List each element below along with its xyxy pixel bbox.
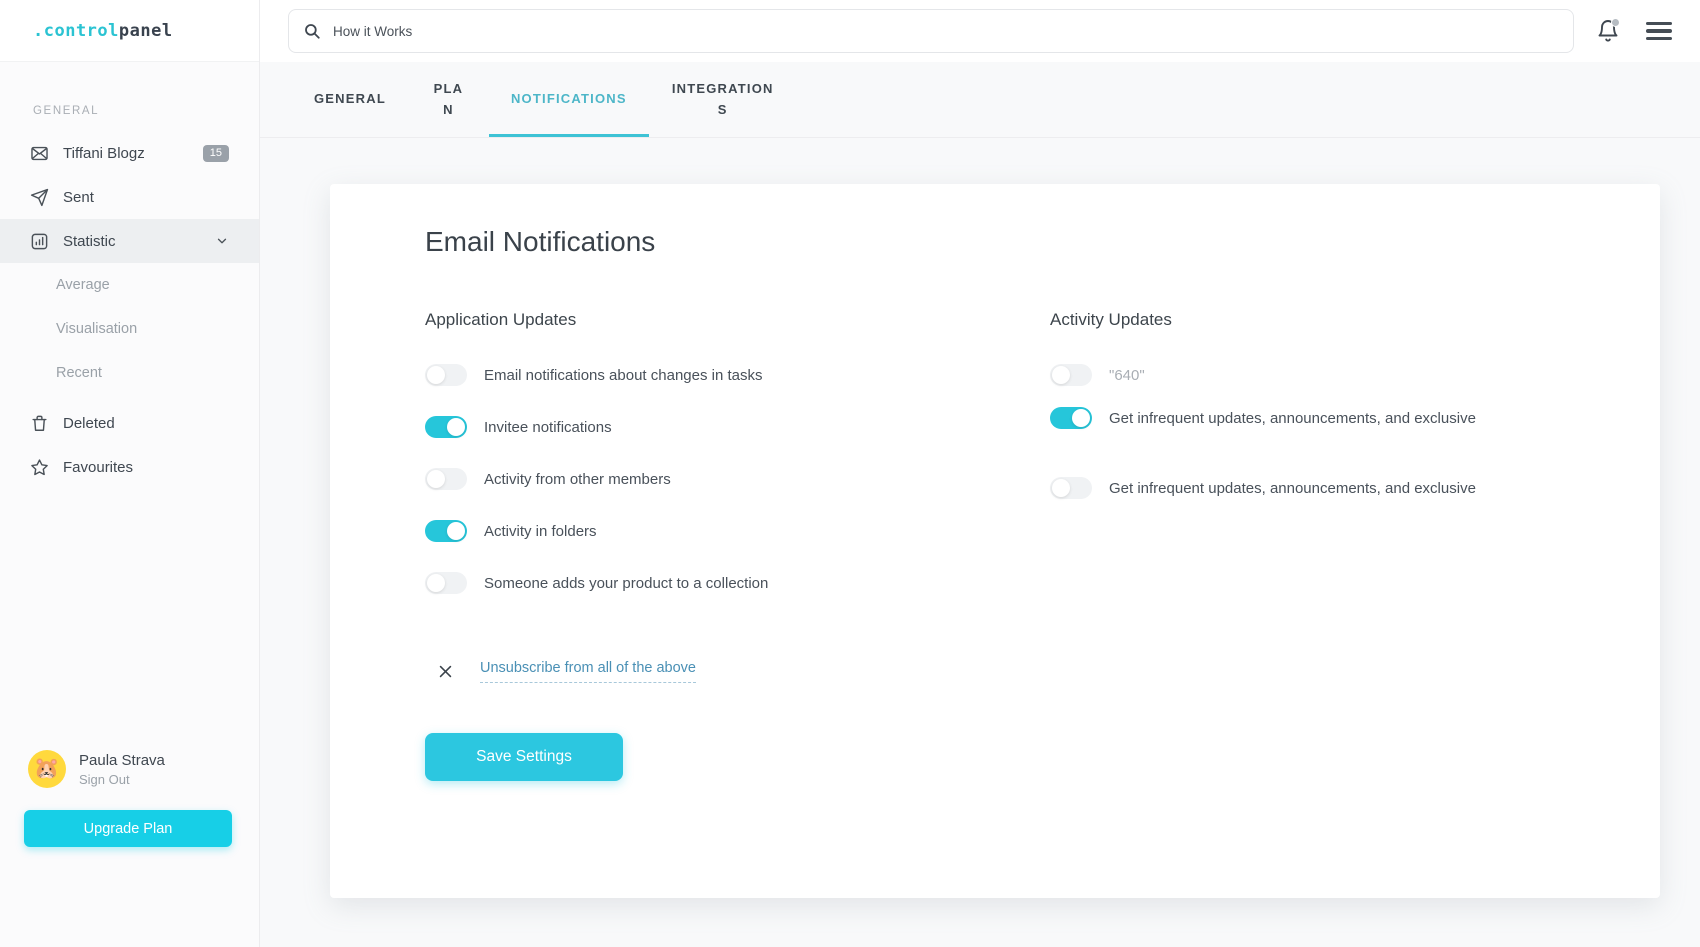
toggle-infrequent-updates-1[interactable] <box>1050 407 1092 429</box>
search-box[interactable] <box>288 9 1574 53</box>
sidebar-item-label: Statistic <box>63 233 116 250</box>
toggle-row: Invitee notifications <box>425 416 970 438</box>
close-icon[interactable] <box>437 663 454 680</box>
send-icon <box>30 188 49 207</box>
toggle-label: Activity from other members <box>484 471 671 488</box>
sidebar-item-deleted[interactable]: Deleted <box>0 401 259 445</box>
star-icon <box>30 458 49 477</box>
notifications-bell-icon[interactable] <box>1596 19 1620 43</box>
activity-updates-section: Activity Updates "640" Get infrequent up… <box>970 310 1660 624</box>
sidebar-section-label: GENERAL <box>0 62 259 117</box>
application-updates-section: Application Updates Email notifications … <box>425 310 970 624</box>
toggle-task-changes[interactable] <box>425 364 467 386</box>
sidebar-subitem-average[interactable]: Average <box>0 263 259 307</box>
avatar[interactable]: 🐹 <box>28 750 66 788</box>
tab-plan[interactable]: PLAN <box>408 62 489 137</box>
app-window: .controlpanel GENERAL Tiffani Blogz 15 S… <box>0 0 1700 947</box>
toggle-row: "640" <box>1050 364 1660 386</box>
toggle-row: Get infrequent updates, announcements, a… <box>1050 407 1660 429</box>
sidebar-footer: 🐹 Paula Strava Sign Out Upgrade Plan <box>0 750 259 847</box>
main-area: GENERAL PLAN NOTIFICATIONS INTEGRATIONS … <box>260 0 1700 947</box>
sidebar-item-label: Deleted <box>63 415 115 432</box>
page-title: Email Notifications <box>425 226 1660 258</box>
chevron-down-icon <box>215 234 229 248</box>
toggle-row: Activity from other members <box>425 468 970 490</box>
toggle-folder-activity[interactable] <box>425 520 467 542</box>
toggle-row: Activity in folders <box>425 520 970 542</box>
sidebar-item-sent[interactable]: Sent <box>0 175 259 219</box>
sidebar-item-statistic[interactable]: Statistic <box>0 219 259 263</box>
tab-integrations[interactable]: INTEGRATIONS <box>649 62 797 137</box>
toggle-label: Get infrequent updates, announcements, a… <box>1109 410 1476 427</box>
notification-dot <box>1611 18 1620 27</box>
content-area: Email Notifications Application Updates … <box>260 138 1700 947</box>
trash-icon <box>30 414 49 433</box>
logo-prefix: .control <box>33 21 119 41</box>
search-icon <box>303 22 321 40</box>
save-settings-button[interactable]: Save Settings <box>425 733 623 781</box>
logo-suffix: panel <box>119 21 173 41</box>
search-input[interactable] <box>333 24 1559 39</box>
tab-bar: GENERAL PLAN NOTIFICATIONS INTEGRATIONS <box>260 62 1700 138</box>
sign-out-link[interactable]: Sign Out <box>79 772 165 787</box>
unsubscribe-row: Unsubscribe from all of the above <box>425 660 1660 683</box>
sidebar-item-label: Favourites <box>63 459 133 476</box>
inbox-count-badge: 15 <box>203 145 229 162</box>
tab-notifications[interactable]: NOTIFICATIONS <box>489 62 649 137</box>
sidebar-item-label: Tiffani Blogz <box>63 145 145 162</box>
section-heading: Activity Updates <box>1050 310 1660 330</box>
toggle-label: Invitee notifications <box>484 419 612 436</box>
toggle-row: Email notifications about changes in tas… <box>425 364 970 386</box>
user-profile: 🐹 Paula Strava Sign Out <box>0 750 259 788</box>
bar-chart-icon <box>30 232 49 251</box>
toggle-collection-add[interactable] <box>425 572 467 594</box>
toggle-label: "640" <box>1109 367 1145 384</box>
toggle-label: Get infrequent updates, announcements, a… <box>1109 480 1476 497</box>
toggle-infrequent-updates-2[interactable] <box>1050 477 1092 499</box>
toggle-label: Activity in folders <box>484 523 597 540</box>
toggle-row: Someone adds your product to a collectio… <box>425 572 970 594</box>
toggle-640[interactable] <box>1050 364 1092 386</box>
toggle-invitee-notifications[interactable] <box>425 416 467 438</box>
sidebar-subitem-visualisation[interactable]: Visualisation <box>0 307 259 351</box>
app-logo: .controlpanel <box>0 0 259 62</box>
tab-general[interactable]: GENERAL <box>292 62 408 137</box>
toggle-label: Someone adds your product to a collectio… <box>484 575 768 592</box>
notifications-card: Email Notifications Application Updates … <box>330 184 1660 898</box>
menu-icon[interactable] <box>1646 22 1672 41</box>
upgrade-plan-button[interactable]: Upgrade Plan <box>24 810 232 847</box>
unsubscribe-link[interactable]: Unsubscribe from all of the above <box>480 660 696 683</box>
toggle-member-activity[interactable] <box>425 468 467 490</box>
sidebar: .controlpanel GENERAL Tiffani Blogz 15 S… <box>0 0 260 947</box>
sidebar-item-favourites[interactable]: Favourites <box>0 445 259 489</box>
sidebar-subitem-recent[interactable]: Recent <box>0 351 259 395</box>
topbar <box>260 0 1700 62</box>
toggle-row: Get infrequent updates, announcements, a… <box>1050 477 1660 499</box>
sidebar-item-label: Sent <box>63 189 94 206</box>
mail-icon <box>30 144 49 163</box>
section-heading: Application Updates <box>425 310 970 330</box>
toggle-label: Email notifications about changes in tas… <box>484 367 763 384</box>
user-name: Paula Strava <box>79 752 165 769</box>
sidebar-item-inbox[interactable]: Tiffani Blogz 15 <box>0 131 259 175</box>
